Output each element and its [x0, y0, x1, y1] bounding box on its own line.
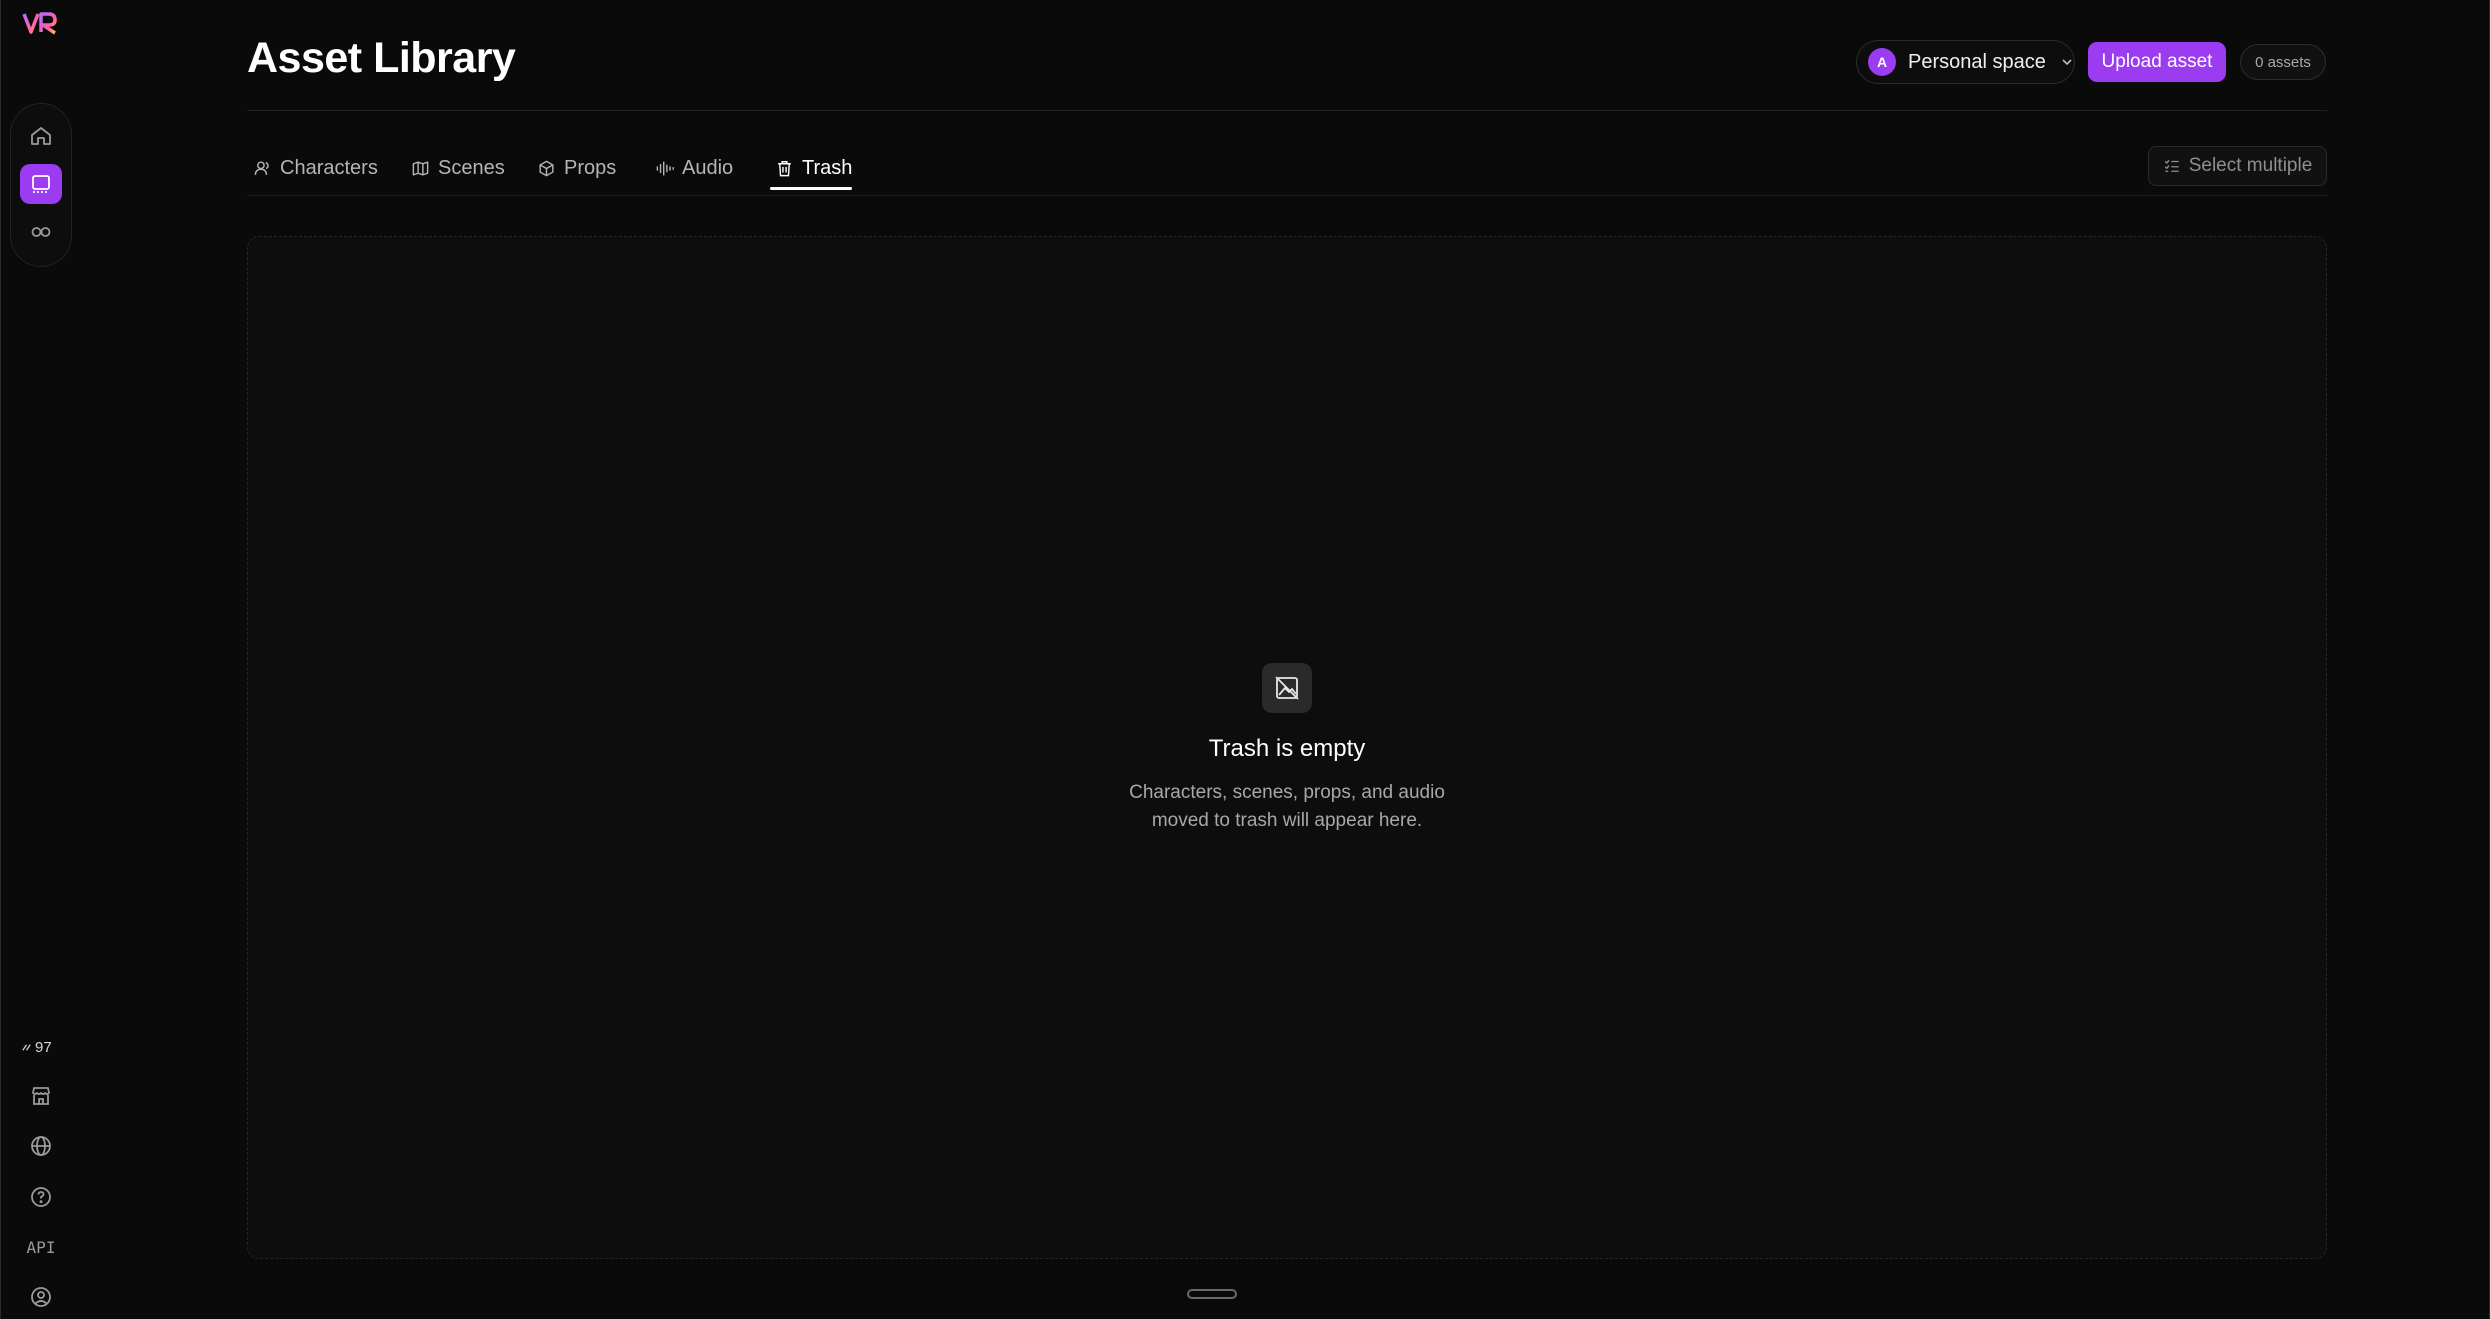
trash-icon [778, 160, 791, 176]
logo-mark [22, 12, 57, 35]
empty-state: Trash is empty Characters, scenes, props… [248, 237, 2326, 1258]
tab-scenes[interactable]: Scenes [411, 146, 505, 190]
nav-language[interactable] [20, 1126, 62, 1166]
select-multiple-label: Select multiple [2188, 155, 2313, 176]
tab-characters[interactable]: Characters [253, 146, 378, 190]
globe-icon [31, 1136, 51, 1156]
tab-audio[interactable]: Audio [655, 146, 733, 190]
bottom-drag-handle[interactable] [1187, 1289, 1237, 1299]
upload-asset-button[interactable]: Upload asset [2088, 42, 2226, 82]
credits-value: 97 [35, 1038, 52, 1056]
credits-counter[interactable]: 97 [21, 1036, 63, 1058]
nav-asset-library[interactable] [20, 164, 62, 204]
empty-state-description-line-1: Characters, scenes, props, and audio [1129, 782, 1445, 803]
tab-label: Scenes [438, 156, 505, 179]
infinity-icon [31, 227, 51, 237]
chevron-down-icon [2062, 59, 2072, 66]
avatar: A [1868, 48, 1896, 76]
select-multiple-button[interactable]: Select multiple [2148, 146, 2327, 186]
help-icon [31, 1187, 51, 1207]
image-off-icon [1275, 676, 1299, 700]
empty-state-description: Characters, scenes, props, and audio mov… [1117, 779, 1457, 835]
empty-state-description-line-2: moved to trash will appear here. [1151, 810, 1423, 831]
audio-wave-icon [656, 160, 674, 176]
user-circle-icon [31, 1287, 51, 1307]
asset-count-badge: 0 assets [2240, 44, 2326, 80]
tab-label: Characters [280, 156, 378, 179]
tab-label: Audio [682, 156, 734, 179]
box-icon [539, 160, 554, 176]
asset-tabs: Characters Scenes Props Audio Trash [247, 146, 2327, 192]
space-selector[interactable]: A Personal space [1856, 40, 2075, 84]
nav-profile[interactable] [20, 1277, 62, 1317]
credits-icon [22, 1043, 31, 1051]
app-window: 97 API Asset Library A Personal space Up… [0, 0, 2490, 1319]
nav-help[interactable] [20, 1177, 62, 1217]
tab-trash[interactable]: Trash [775, 146, 852, 190]
nav-api[interactable]: API [20, 1227, 62, 1267]
store-icon [32, 1087, 50, 1105]
library-icon [32, 175, 50, 193]
home-icon [31, 127, 51, 145]
space-label: Personal space [1908, 50, 2046, 73]
nav-home[interactable] [20, 116, 62, 156]
asset-grid-panel: Trash is empty Characters, scenes, props… [247, 236, 2327, 1259]
tab-props[interactable]: Props [537, 146, 616, 190]
checklist-icon [2164, 159, 2179, 172]
tab-label: Props [564, 156, 617, 179]
map-icon [412, 160, 429, 176]
nav-infinity[interactable] [20, 212, 62, 252]
person-icon [254, 160, 269, 175]
page-title: Asset Library [247, 34, 516, 82]
empty-state-title: Trash is empty [1208, 735, 1366, 762]
tabs-divider [247, 195, 2327, 196]
api-label: API [26, 1237, 56, 1257]
tab-label: Trash [802, 156, 853, 179]
left-rail: 97 API [1, 0, 81, 1319]
nav-store[interactable] [20, 1076, 62, 1116]
app-logo[interactable] [21, 10, 61, 38]
active-tab-indicator [770, 187, 852, 190]
header-divider [247, 110, 2327, 111]
empty-state-icon-tile [1262, 663, 1312, 713]
